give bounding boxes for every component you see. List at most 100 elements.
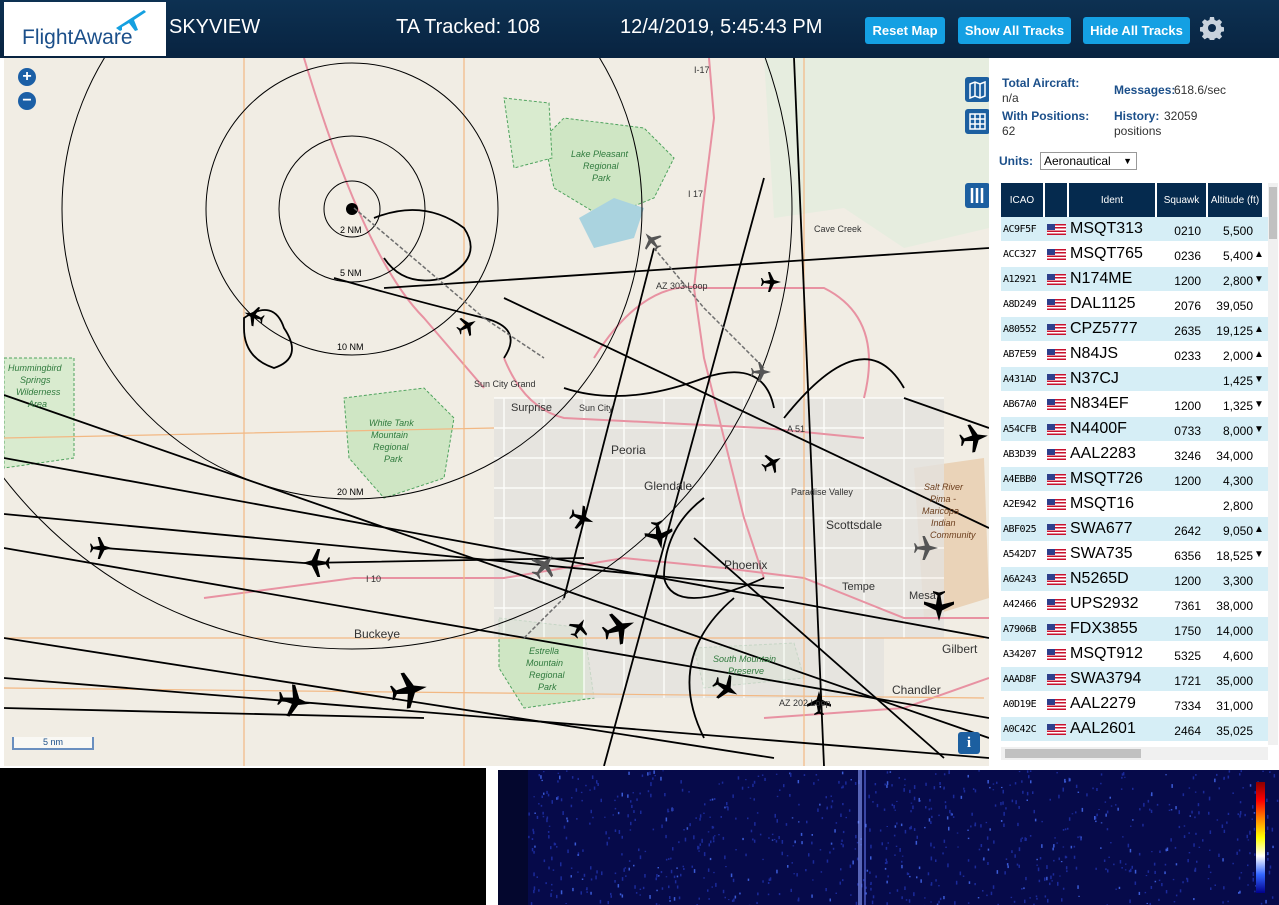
table-row[interactable]: AB7E59 N84JS 0233 2,000 ▲: [1001, 342, 1268, 367]
info-button[interactable]: i: [958, 732, 980, 754]
column-header-ident[interactable]: Ident: [1069, 183, 1155, 217]
map-label: Hummingbird: [8, 363, 63, 373]
squawk-cell: 0733: [1174, 424, 1201, 438]
table-row[interactable]: A34207 MSQT912 5325 4,600: [1001, 642, 1268, 667]
table-row[interactable]: A542D7 SWA735 6356 18,525 ▼: [1001, 542, 1268, 567]
squawk-cell: 5325: [1174, 649, 1201, 663]
table-row[interactable]: A7906B FDX3855 1750 14,000: [1001, 617, 1268, 642]
table-row[interactable]: A6A243 N5265D 1200 3,300: [1001, 567, 1268, 592]
ident-cell: N4400F: [1070, 420, 1127, 437]
aircraft-icon[interactable]: [89, 536, 113, 560]
icao-cell: A4EBB0: [1003, 474, 1037, 485]
gear-icon[interactable]: [1200, 16, 1224, 40]
altitude-cell: 9,050: [1222, 524, 1253, 538]
squawk-cell: 1200: [1174, 574, 1201, 588]
aircraft-icon[interactable]: [302, 549, 330, 577]
map-label: Surprise: [511, 402, 552, 414]
altitude-cell: 2,800: [1222, 499, 1253, 513]
column-header-flag[interactable]: [1045, 183, 1067, 217]
ident-cell: SWA3794: [1070, 670, 1142, 687]
icao-cell: A542D7: [1003, 549, 1037, 560]
map-label: Peoria: [611, 443, 646, 457]
squawk-cell: 6356: [1174, 549, 1201, 563]
table-row[interactable]: AB67A0 N834EF 1200 1,325 ▼: [1001, 392, 1268, 417]
table-row[interactable]: A12921 N174ME 1200 2,800 ▼: [1001, 267, 1268, 292]
icao-cell: AAAD8F: [1003, 674, 1037, 685]
show-all-tracks-button[interactable]: Show All Tracks: [958, 17, 1071, 44]
us-flag-icon: [1047, 274, 1066, 285]
ident-cell: AAL2283: [1070, 445, 1136, 462]
altitude-cell: 35,000: [1216, 674, 1253, 688]
zoom-out-button[interactable]: −: [18, 92, 36, 110]
column-header-icao[interactable]: ICAO: [1001, 183, 1043, 217]
table-row[interactable]: AC9F5F MSQT313 0210 5,500: [1001, 217, 1268, 242]
altitude-cell: 8,000: [1222, 424, 1253, 438]
squawk-cell: 2635: [1174, 324, 1201, 338]
map-label: AZ 202 Loop: [779, 698, 831, 708]
map-canvas[interactable]: 2 NM 5 NM 10 NM 20 NM Lake Pleasant Regi…: [4, 58, 989, 766]
table-row[interactable]: A0D19E AAL2279 7334 31,000: [1001, 692, 1268, 717]
table-row[interactable]: A0C42C AAL2601 2464 35,025: [1001, 717, 1268, 742]
altitude-cell: 4,600: [1222, 649, 1253, 663]
ring-label: 2 NM: [340, 225, 362, 235]
flightaware-logo[interactable]: FlightAware: [4, 2, 166, 56]
zoom-in-button[interactable]: +: [18, 68, 36, 86]
grid-toggle-button[interactable]: [965, 109, 989, 134]
map-label: Indian: [931, 518, 956, 528]
units-dropdown[interactable]: Aeronautical ▼: [1040, 152, 1137, 170]
column-header-squawk[interactable]: Squawk: [1157, 183, 1206, 217]
table-row[interactable]: ABF025 SWA677 2642 9,050 ▲: [1001, 517, 1268, 542]
chevron-down-icon: ▼: [1123, 156, 1132, 166]
table-row[interactable]: A54CFB N4400F 0733 8,000 ▼: [1001, 417, 1268, 442]
icao-cell: ACC327: [1003, 249, 1037, 260]
altitude-trend-icon: ▲: [1254, 349, 1264, 360]
table-row[interactable]: ACC327 MSQT765 0236 5,400 ▲: [1001, 242, 1268, 267]
map-label: Salt River: [924, 482, 964, 492]
squawk-cell: 2464: [1174, 724, 1201, 738]
aircraft-icon[interactable]: [638, 227, 666, 255]
map-label: Gilbert: [942, 642, 978, 656]
table-row[interactable]: A80552 CPZ5777 2635 19,125 ▲: [1001, 317, 1268, 342]
table-row[interactable]: AAAD8F SWA3794 1721 35,000: [1001, 667, 1268, 692]
aircraft-panel: Total Aircraft: n/a Messages: 618.6/sec …: [989, 58, 1279, 766]
map-view[interactable]: 2 NM 5 NM 10 NM 20 NM Lake Pleasant Regi…: [4, 58, 989, 766]
altitude-cell: 1,425: [1222, 374, 1253, 388]
with-positions-label: With Positions:: [1002, 109, 1090, 123]
aircraft-icon[interactable]: [388, 669, 430, 711]
ident-cell: MSQT726: [1070, 470, 1143, 487]
table-horizontal-scrollbar[interactable]: [1001, 747, 1268, 760]
table-row[interactable]: A2E942 MSQT16 2,800: [1001, 492, 1268, 517]
icao-cell: A8D249: [1003, 299, 1037, 310]
ident-cell: N834EF: [1070, 395, 1129, 412]
altitude-cell: 19,125: [1216, 324, 1253, 338]
table-row[interactable]: AB3D39 AAL2283 3246 34,000: [1001, 442, 1268, 467]
squawk-cell: 1200: [1174, 399, 1201, 413]
columns-toggle-button[interactable]: [965, 183, 989, 208]
table-row[interactable]: A8D249 DAL1125 2076 39,050: [1001, 292, 1268, 317]
hide-all-tracks-button[interactable]: Hide All Tracks: [1083, 17, 1190, 44]
map-label: Pima -: [930, 494, 956, 504]
aircraft-icon[interactable]: [751, 362, 771, 382]
ident-cell: FDX3855: [1070, 620, 1138, 637]
ident-cell: N5265D: [1070, 570, 1129, 587]
waterfall-canvas: [498, 770, 1279, 905]
table-vertical-scrollbar[interactable]: [1268, 183, 1278, 745]
scroll-thumb[interactable]: [1269, 187, 1277, 239]
map-label: Scottsdale: [826, 518, 882, 532]
table-row[interactable]: A431AD N37CJ 1,425 ▼: [1001, 367, 1268, 392]
map-layers-button[interactable]: [965, 77, 989, 102]
table-row[interactable]: A4EBB0 MSQT726 1200 4,300: [1001, 467, 1268, 492]
scroll-thumb[interactable]: [1005, 749, 1141, 758]
squawk-cell: 7334: [1174, 699, 1201, 713]
map-label: Area: [27, 399, 47, 409]
reset-map-button[interactable]: Reset Map: [865, 17, 945, 44]
map-label: White Tank: [369, 418, 414, 428]
us-flag-icon: [1047, 624, 1066, 635]
table-row[interactable]: A42466 UPS2932 7361 38,000: [1001, 592, 1268, 617]
header-bar: FlightAware SKYVIEW TA Tracked: 108 12/4…: [0, 0, 1279, 58]
icao-cell: ABF025: [1003, 524, 1037, 535]
column-header-altitude[interactable]: Altitude (ft): [1208, 183, 1262, 217]
altitude-trend-icon: ▲: [1254, 249, 1264, 260]
map-label: Chandler: [892, 683, 941, 697]
map-label: Mountain: [371, 430, 408, 440]
